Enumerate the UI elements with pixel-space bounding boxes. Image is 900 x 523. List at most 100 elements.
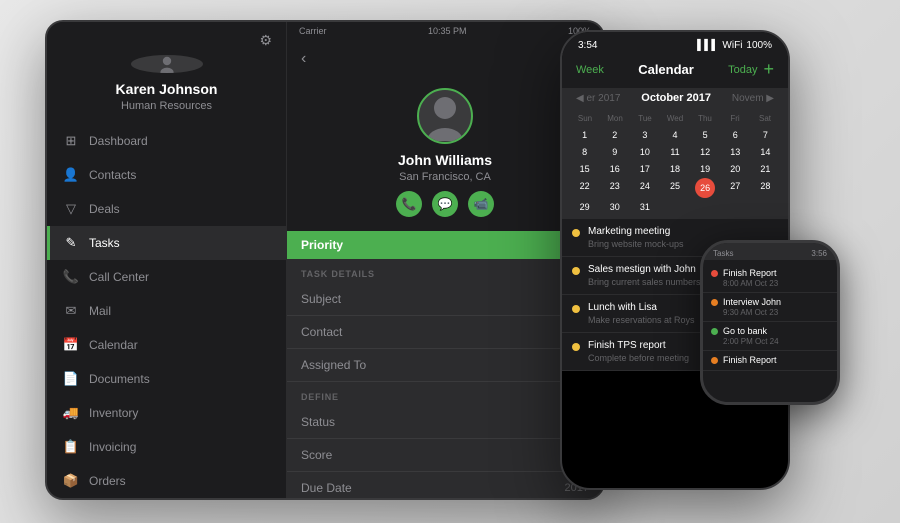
sidebar-item-calendar[interactable]: 📅 Calendar xyxy=(47,328,286,362)
calendar-day[interactable]: 24 xyxy=(630,178,659,198)
dow-sat: Sat xyxy=(750,112,780,125)
wifi-icon: WiFi xyxy=(722,40,742,51)
watch-task-item[interactable]: Interview John 9:30 AM Oct 23 xyxy=(703,293,837,322)
calendar-day[interactable]: 7 xyxy=(751,127,780,143)
calendar-day[interactable]: 16 xyxy=(600,161,629,177)
calendar-day[interactable]: 19 xyxy=(691,161,720,177)
assigned-to-field[interactable]: Assigned To xyxy=(287,349,603,382)
contact-name: John Williams xyxy=(398,152,492,168)
calendar-day[interactable]: 28 xyxy=(751,178,780,198)
task-details-section-label: TASK DETAILS xyxy=(287,259,603,283)
sidebar-item-dashboard[interactable]: ⊞ Dashboard xyxy=(47,124,286,158)
calendar-day[interactable]: 5 xyxy=(691,127,720,143)
mail-icon: ✉ xyxy=(63,303,79,319)
watch-task-dot xyxy=(711,357,718,364)
watch-task-item[interactable]: Go to bank 2:00 PM Oct 24 xyxy=(703,322,837,351)
watch-task-time: 2:00 PM Oct 24 xyxy=(723,337,779,346)
ipad-statusbar: Carrier 10:35 PM 100% xyxy=(287,22,603,40)
calendar-day[interactable]: 20 xyxy=(721,161,750,177)
watch-task-info: Finish Report xyxy=(723,355,777,366)
watch-task-info: Finish Report 8:00 AM Oct 23 xyxy=(723,268,778,288)
contact-field[interactable]: Contact xyxy=(287,316,603,349)
calendar-day[interactable]: 3 xyxy=(630,127,659,143)
calendar-day[interactable]: 23 xyxy=(600,178,629,198)
orders-icon: 📦 xyxy=(63,473,79,489)
calendar-day[interactable]: 18 xyxy=(660,161,689,177)
calendar-grid: Sun Mon Tue Wed Thu Fri Sat 123456789101… xyxy=(562,108,788,219)
status-field[interactable]: Status xyxy=(287,406,603,439)
event-subtitle: Bring current sales numbers xyxy=(588,277,701,287)
sidebar-item-documents[interactable]: 📄 Documents xyxy=(47,362,286,396)
calendar-day[interactable]: 2 xyxy=(600,127,629,143)
sidebar-item-call-center[interactable]: 📞 Call Center xyxy=(47,260,286,294)
subject-field[interactable]: Subject xyxy=(287,283,603,316)
watch-status-bar: Tasks 3:56 xyxy=(703,243,837,260)
settings-icon[interactable]: ⚙ xyxy=(259,32,272,49)
calendar-day[interactable]: 31 xyxy=(630,199,659,215)
calendar-day[interactable]: 1 xyxy=(570,127,599,143)
calendar-day[interactable]: 6 xyxy=(721,127,750,143)
calendar-day[interactable]: 8 xyxy=(570,144,599,160)
calendar-day[interactable]: 4 xyxy=(660,127,689,143)
watch-task-item[interactable]: Finish Report 8:00 AM Oct 23 xyxy=(703,264,837,293)
message-button[interactable]: 💬 xyxy=(432,191,458,217)
event-title: Marketing meeting xyxy=(588,226,684,237)
sidebar-item-inventory[interactable]: 🚚 Inventory xyxy=(47,396,286,430)
calendar-day[interactable]: 11 xyxy=(660,144,689,160)
back-button[interactable]: ‹ xyxy=(301,50,306,68)
next-month[interactable]: Novem ▶ xyxy=(732,93,774,104)
calendar-day-today[interactable]: 26 xyxy=(695,178,715,198)
sidebar-item-tasks[interactable]: ✎ Tasks xyxy=(47,226,286,260)
watch-task-title: Finish Report xyxy=(723,355,777,365)
calendar-day[interactable]: 17 xyxy=(630,161,659,177)
watch-task-dot xyxy=(711,270,718,277)
iphone-indicators: ▌▌▌ WiFi 100% xyxy=(697,40,772,51)
due-date-field[interactable]: Due Date 2017 xyxy=(287,472,603,498)
add-event-button[interactable]: + xyxy=(763,59,774,80)
sidebar-user-name: Karen Johnson xyxy=(116,81,218,97)
calendar-day[interactable]: 25 xyxy=(660,178,689,198)
contact-label: Contact xyxy=(301,325,342,339)
event-dot xyxy=(572,229,580,237)
calendar-day[interactable]: 9 xyxy=(600,144,629,160)
prev-month[interactable]: ◀ er 2017 xyxy=(576,93,620,104)
calendar-day[interactable]: 29 xyxy=(570,199,599,215)
watch-task-item[interactable]: Finish Report xyxy=(703,351,837,371)
calendar-day[interactable]: 15 xyxy=(570,161,599,177)
priority-bar[interactable]: Priority xyxy=(287,231,603,259)
calendar-day[interactable]: 30 xyxy=(600,199,629,215)
event-title: Sales mestign with John xyxy=(588,264,701,275)
dow-fri: Fri xyxy=(720,112,750,125)
sidebar-avatar xyxy=(131,55,203,73)
sidebar-item-mail[interactable]: ✉ Mail xyxy=(47,294,286,328)
sidebar-item-label: Tasks xyxy=(89,236,120,250)
signal-icon: ▌▌▌ xyxy=(697,40,718,51)
event-content: Marketing meeting Bring website mock-ups xyxy=(588,226,684,249)
sidebar-item-contacts[interactable]: 👤 Contacts xyxy=(47,158,286,192)
video-button[interactable]: 📹 xyxy=(468,191,494,217)
week-button[interactable]: Week xyxy=(576,64,604,76)
sidebar-item-deals[interactable]: ▽ Deals xyxy=(47,192,286,226)
dow-thu: Thu xyxy=(690,112,720,125)
watch-task-time: 8:00 AM Oct 23 xyxy=(723,279,778,288)
calendar-day[interactable]: 10 xyxy=(630,144,659,160)
days-of-week: Sun Mon Tue Wed Thu Fri Sat xyxy=(570,112,780,125)
watch-task-dot xyxy=(711,299,718,306)
calendar-day[interactable]: 27 xyxy=(721,178,750,198)
invoicing-icon: 📋 xyxy=(63,439,79,455)
sidebar-item-orders[interactable]: 📦 Orders xyxy=(47,464,286,498)
documents-icon: 📄 xyxy=(63,371,79,387)
score-field[interactable]: Score xyxy=(287,439,603,472)
calendar-day[interactable]: 22 xyxy=(570,178,599,198)
sidebar-item-invoicing[interactable]: 📋 Invoicing xyxy=(47,430,286,464)
calendar-day[interactable]: 13 xyxy=(721,144,750,160)
calendar-day[interactable]: 14 xyxy=(751,144,780,160)
calendar-day[interactable]: 21 xyxy=(751,161,780,177)
call-center-icon: 📞 xyxy=(63,269,79,285)
contact-profile: John Williams San Francisco, CA 📞 💬 📹 xyxy=(287,78,603,231)
calendar-day[interactable]: 12 xyxy=(691,144,720,160)
today-button[interactable]: Today xyxy=(728,64,757,76)
event-title: Lunch with Lisa xyxy=(588,302,695,313)
call-button[interactable]: 📞 xyxy=(396,191,422,217)
event-subtitle: Bring website mock-ups xyxy=(588,239,684,249)
